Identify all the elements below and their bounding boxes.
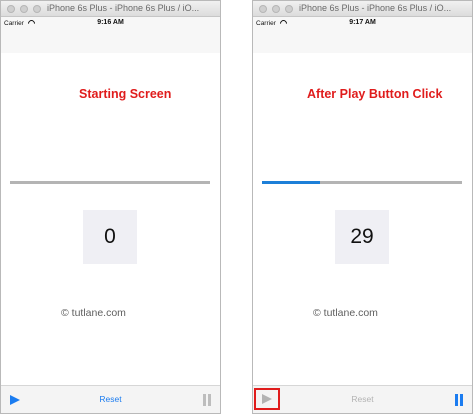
progress-bar (10, 181, 210, 184)
progress-bar (262, 181, 462, 184)
pause-button[interactable] (454, 394, 464, 406)
window-titlebar: iPhone 6s Plus - iPhone 6s Plus / iO... (253, 1, 472, 17)
watermark: © tutlane.com (313, 307, 378, 319)
pause-icon-bar (208, 394, 211, 406)
pause-icon (455, 394, 458, 406)
screen-heading: After Play Button Click (307, 87, 443, 101)
status-bar: Carrier 9:16 AM (1, 17, 220, 53)
bottom-toolbar: Reset (1, 385, 220, 413)
counter-label: 29 (335, 210, 389, 264)
counter-label: 0 (83, 210, 137, 264)
window-title: iPhone 6s Plus - iPhone 6s Plus / iO... (299, 3, 452, 13)
minimize-window-button[interactable] (272, 5, 280, 13)
pause-button[interactable] (202, 394, 212, 406)
reset-button[interactable]: Reset (1, 394, 220, 404)
zoom-window-button[interactable] (33, 5, 41, 13)
minimize-window-button[interactable] (20, 5, 28, 13)
watermark: © tutlane.com (61, 307, 126, 319)
window-title: iPhone 6s Plus - iPhone 6s Plus / iO... (47, 3, 200, 13)
window-titlebar: iPhone 6s Plus - iPhone 6s Plus / iO... (1, 1, 220, 17)
simulator-window-after-play: iPhone 6s Plus - iPhone 6s Plus / iO... … (252, 0, 473, 414)
status-time: 9:16 AM (97, 19, 124, 26)
zoom-window-button[interactable] (285, 5, 293, 13)
status-time: 9:17 AM (349, 19, 376, 26)
close-window-button[interactable] (7, 5, 15, 13)
pause-icon (203, 394, 206, 406)
bottom-toolbar: Reset (253, 385, 472, 413)
pause-icon-bar (460, 394, 463, 406)
reset-button[interactable]: Reset (253, 394, 472, 404)
status-bar: Carrier 9:17 AM (253, 17, 472, 53)
screen-heading: Starting Screen (79, 87, 172, 101)
close-window-button[interactable] (259, 5, 267, 13)
simulator-window-starting: iPhone 6s Plus - iPhone 6s Plus / iO... … (0, 0, 221, 414)
progress-fill (262, 181, 320, 184)
